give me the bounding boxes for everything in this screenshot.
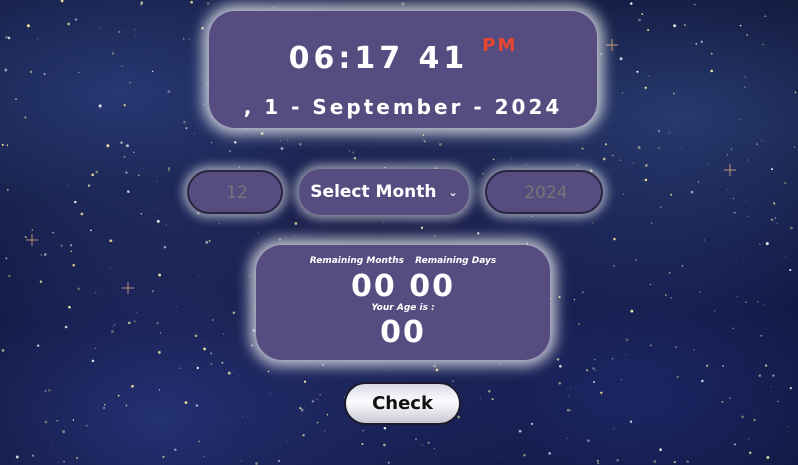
clock-card: 06:17 41 PM , 1 - September - 2024 bbox=[209, 11, 597, 128]
remaining-days-label: Remaining Days bbox=[415, 256, 497, 266]
age-label: Your Age is : bbox=[371, 303, 435, 313]
age-value: 00 bbox=[380, 315, 426, 350]
clock-time-value: 06:17 41 bbox=[288, 41, 469, 76]
year-input[interactable] bbox=[487, 172, 605, 214]
day-input-wrapper bbox=[187, 170, 285, 214]
check-button[interactable]: Check bbox=[344, 382, 461, 425]
remaining-labels: Remaining Months Remaining Days bbox=[256, 256, 550, 266]
result-card: Remaining Months Remaining Days 00 00 Yo… bbox=[256, 245, 550, 360]
clock-ampm: PM bbox=[482, 35, 518, 56]
remaining-months-label: Remaining Months bbox=[309, 256, 404, 266]
clock-time-display: 06:17 41 PM bbox=[209, 35, 597, 76]
remaining-values: 00 00 bbox=[351, 269, 455, 304]
year-input-wrapper bbox=[485, 170, 605, 214]
chevron-down-icon: ⌄ bbox=[448, 185, 458, 199]
day-input[interactable] bbox=[189, 172, 285, 214]
month-select-label: Select Month bbox=[310, 182, 437, 202]
month-select[interactable]: Select Month ⌄ bbox=[299, 169, 469, 215]
clock-date: , 1 - September - 2024 bbox=[243, 95, 563, 119]
